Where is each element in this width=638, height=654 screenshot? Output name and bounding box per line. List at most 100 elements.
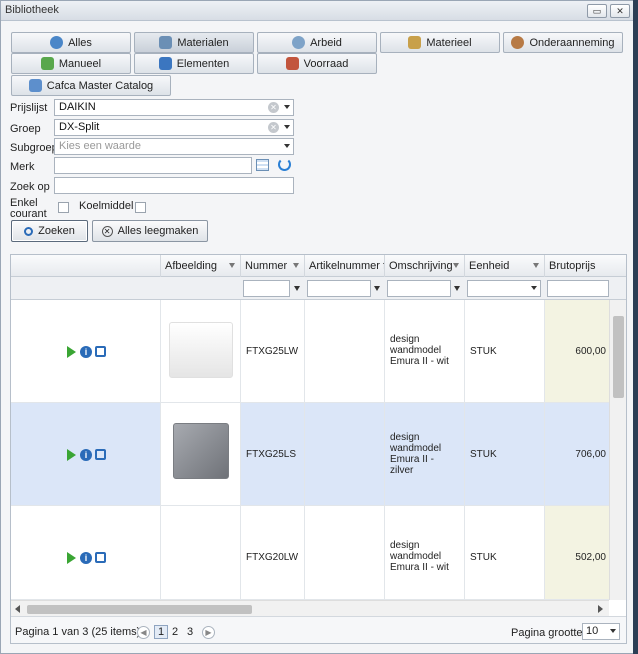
omschrijving-line: wandmodel (390, 345, 442, 356)
open-external-icon[interactable] (95, 346, 106, 357)
clear-icon[interactable]: ✕ (268, 102, 279, 113)
info-icon[interactable]: i (80, 346, 92, 358)
subgroep-select[interactable]: Kies een waarde (54, 138, 294, 155)
clear-all-label: Alles leegmaken (117, 225, 199, 237)
row-omschrijving: design wandmodel Emura II - wit (385, 300, 465, 402)
scroll-right-icon[interactable] (598, 605, 603, 613)
window-titlebar[interactable]: Bibliotheek ▭ ✕ (1, 1, 637, 21)
product-image (169, 322, 233, 378)
page-size-value: 10 (586, 625, 599, 637)
page-size-select[interactable]: 10 (582, 623, 620, 640)
open-external-icon[interactable] (95, 552, 106, 563)
groep-select[interactable]: DX-Split ✕ (54, 119, 294, 136)
chevron-down-icon[interactable] (531, 286, 537, 290)
filter-icon[interactable] (533, 263, 539, 268)
nummer-filter-input[interactable] (243, 280, 290, 297)
row-eenheid: STUK (465, 300, 545, 402)
koelmiddel-checkbox[interactable] (135, 202, 146, 213)
filter-icon[interactable] (453, 263, 459, 268)
materials-icon (159, 36, 173, 49)
minimize-button[interactable]: ▭ (587, 4, 607, 18)
prijs-text: 502,00 (575, 552, 606, 563)
chevron-down-icon[interactable] (284, 144, 290, 148)
row-brutoprijs: 600,00 (545, 300, 611, 402)
search-button[interactable]: Zoeken (11, 220, 88, 242)
table-row[interactable]: i FTXG25LW design wandmodel Emura II - w… (11, 300, 611, 403)
play-icon[interactable] (67, 552, 76, 564)
next-page-icon[interactable]: ▶ (202, 626, 215, 639)
row-nummer: FTXG25LW (241, 300, 305, 402)
scroll-thumb[interactable] (613, 316, 624, 398)
tab-cafca-label: Cafca Master Catalog (46, 79, 154, 92)
clear-icon[interactable]: ✕ (268, 122, 279, 133)
open-external-icon[interactable] (95, 449, 106, 460)
row-brutoprijs: 706,00 (545, 403, 611, 505)
document-icon (40, 57, 54, 70)
col-omschrijving[interactable]: Omschrijving (385, 255, 465, 277)
prijslijst-value: DAIKIN (59, 101, 96, 113)
col-eenheid[interactable]: Eenheid (465, 255, 545, 277)
page-1[interactable]: 1 (154, 625, 169, 639)
page-3[interactable]: 3 (187, 626, 193, 638)
omschrijving-filter-input[interactable] (387, 280, 451, 297)
scroll-left-icon[interactable] (15, 605, 20, 613)
info-icon[interactable]: i (80, 449, 92, 461)
filter-icon[interactable] (229, 263, 235, 268)
table-row[interactable]: i FTXG25LS design wandmodel Emura II - z… (11, 403, 611, 506)
chevron-down-icon[interactable] (610, 629, 616, 633)
tab-materieel[interactable]: Materieel (380, 32, 500, 53)
play-icon[interactable] (67, 449, 76, 461)
row-eenheid: STUK (465, 506, 545, 599)
filter-icon[interactable] (293, 263, 299, 268)
tab-cafca-master-catalog[interactable]: Cafca Master Catalog (11, 75, 171, 96)
info-icon[interactable]: i (80, 552, 92, 564)
page-2[interactable]: 2 (172, 626, 178, 638)
brutoprijs-filter-input[interactable] (547, 280, 609, 297)
filter-icon[interactable] (454, 286, 460, 291)
play-icon[interactable] (67, 346, 76, 358)
table-row[interactable]: i FTXG20LW design wandmodel Emura II - w… (11, 506, 611, 600)
col-brutoprijs[interactable]: Brutoprijs (545, 255, 626, 277)
tab-voorraad[interactable]: Voorraad (257, 53, 377, 74)
tab-elementen[interactable]: Elementen (134, 53, 254, 74)
prijslijst-select[interactable]: DAIKIN ✕ (54, 99, 294, 116)
refresh-icon[interactable] (278, 158, 291, 171)
close-button[interactable]: ✕ (610, 4, 630, 18)
elements-icon (158, 57, 172, 70)
scroll-thumb[interactable] (27, 605, 252, 614)
stock-icon (285, 57, 299, 70)
product-image (173, 423, 229, 479)
filter-icon[interactable] (294, 286, 300, 291)
col-nummer[interactable]: Nummer (241, 255, 305, 277)
table-grid-icon[interactable] (256, 159, 269, 171)
clear-all-button[interactable]: ✕ Alles leegmaken (92, 220, 208, 242)
artikelnummer-filter-input[interactable] (307, 280, 371, 297)
courant-label: courant (10, 208, 47, 220)
omschrijving-line: design (390, 540, 420, 551)
chevron-down-icon[interactable] (284, 125, 290, 129)
horizontal-scrollbar[interactable] (11, 600, 609, 616)
tab-materieel-label: Materieel (426, 36, 472, 49)
tab-manueel[interactable]: Manueel (11, 53, 131, 74)
tab-alles[interactable]: Alles (11, 32, 131, 53)
nummer-text: FTXG20LW (246, 552, 299, 563)
merk-input[interactable] (54, 157, 252, 174)
enkel-courant-checkbox[interactable] (58, 202, 69, 213)
person-icon (511, 36, 525, 49)
vertical-scrollbar[interactable] (609, 300, 626, 600)
eenheid-filter-select[interactable] (467, 280, 541, 297)
col-brutoprijs-label: Brutoprijs (549, 260, 596, 272)
filter-icon[interactable] (374, 286, 380, 291)
col-artikelnummer[interactable]: Artikelnummer fa (305, 255, 385, 277)
zoekop-input[interactable] (54, 177, 294, 194)
tab-materialen[interactable]: Materialen (134, 32, 254, 53)
row-image (161, 300, 241, 402)
tab-onderaanneming[interactable]: Onderaanneming (503, 32, 623, 53)
omschrijving-line: design (390, 334, 420, 345)
tab-manueel-label: Manueel (58, 57, 102, 70)
prev-page-icon[interactable]: ◀ (137, 626, 150, 639)
col-afbeelding[interactable]: Afbeelding (161, 255, 241, 277)
tab-arbeid[interactable]: Arbeid (257, 32, 377, 53)
chevron-down-icon[interactable] (284, 105, 290, 109)
nummer-text: FTXG25LS (246, 449, 297, 460)
